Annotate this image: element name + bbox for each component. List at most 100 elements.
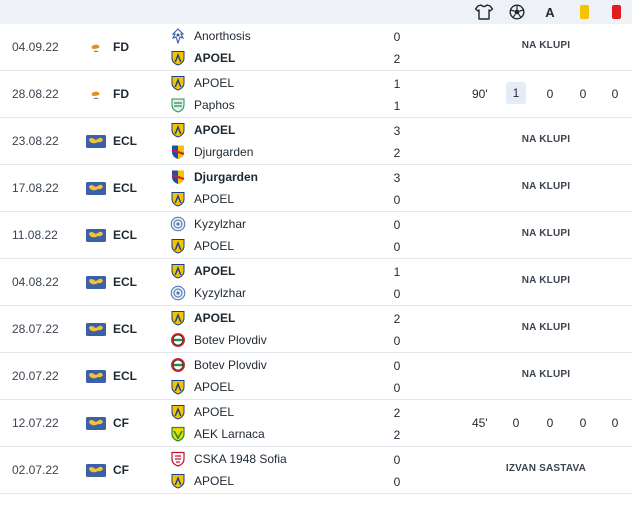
player-status: NA KLUPI	[521, 322, 571, 333]
shirt-icon	[475, 3, 493, 21]
home-team[interactable]: APOEL	[170, 120, 235, 140]
home-score: 0	[393, 30, 401, 44]
match-row[interactable]: 20.07.22 ECL Botev Plovdiv APOEL 0 0 NA KLUPI	[0, 353, 632, 400]
home-team[interactable]: APOEL	[170, 261, 235, 281]
away-team-name: APOEL	[194, 380, 235, 394]
red-cards-count: 0	[611, 87, 619, 101]
home-team-name: Kyzylzhar	[194, 217, 247, 231]
home-score: 1	[393, 265, 401, 279]
apoel-logo-icon	[170, 404, 194, 420]
away-team-name: APOEL	[194, 474, 235, 488]
player-status: NA KLUPI	[521, 369, 571, 380]
away-score: 0	[393, 287, 401, 301]
competition-label: ECL	[113, 275, 137, 289]
away-score: 1	[393, 99, 401, 113]
match-row[interactable]: 04.08.22 ECL APOEL Kyzylzhar 1 0 NA KLUPI	[0, 259, 632, 306]
apoel-logo-icon	[170, 50, 194, 66]
match-date: 11.08.22	[12, 228, 58, 242]
match-row[interactable]: 12.07.22 CF APOEL AEK Larnaca 2 2 45' 0 0 0 0	[0, 400, 632, 447]
apoel-logo-icon	[170, 263, 194, 279]
player-status: IZVAN SASTAVA	[505, 463, 587, 474]
home-team-name: Djurgarden	[194, 170, 259, 184]
away-team[interactable]: Paphos	[170, 95, 235, 115]
match-row[interactable]: 28.07.22 ECL APOEL Botev Plovdiv 2 0 NA KLUPI	[0, 306, 632, 353]
home-team-name: Anorthosis	[194, 29, 251, 43]
botev-logo-icon	[170, 357, 194, 373]
home-team-name: APOEL	[194, 405, 235, 419]
away-score: 0	[393, 475, 401, 489]
competition-label: FD	[113, 40, 129, 54]
home-team[interactable]: Botev Plovdiv	[170, 355, 267, 375]
kyzylzhar-logo-icon	[170, 285, 194, 301]
home-team-name: Botev Plovdiv	[194, 358, 267, 372]
assists-count: 0	[546, 87, 554, 101]
competition-label: ECL	[113, 134, 137, 148]
away-team[interactable]: APOEL	[170, 48, 235, 68]
apoel-logo-icon	[170, 191, 194, 207]
home-team[interactable]: CSKA 1948 Sofia	[170, 449, 287, 469]
away-team[interactable]: Djurgarden	[170, 142, 253, 162]
away-score: 2	[393, 428, 401, 442]
away-team[interactable]: Kyzylzhar	[170, 283, 246, 303]
anorthosis-logo-icon	[170, 28, 194, 44]
away-score: 0	[393, 381, 401, 395]
yellow-cards-count: 0	[579, 87, 587, 101]
match-row[interactable]: 11.08.22 ECL Kyzylzhar APOEL 0 0 NA KLUPI	[0, 212, 632, 259]
home-team[interactable]: Djurgarden	[170, 167, 258, 187]
home-team[interactable]: APOEL	[170, 308, 235, 328]
yellow-cards-count: 0	[579, 416, 587, 430]
player-status: NA KLUPI	[521, 134, 571, 145]
competition-label: CF	[113, 463, 129, 477]
home-score: 0	[393, 453, 401, 467]
red-cards-count: 0	[611, 416, 619, 430]
match-row[interactable]: 28.08.22 FD APOEL Paphos 1 1 90' 1 0 0 0	[0, 71, 632, 118]
home-team[interactable]: APOEL	[170, 402, 234, 422]
match-date: 20.07.22	[12, 369, 59, 383]
player-status: NA KLUPI	[521, 181, 571, 192]
home-team[interactable]: Anorthosis	[170, 26, 251, 46]
away-team[interactable]: Botev Plovdiv	[170, 330, 267, 350]
match-row[interactable]: 04.09.22 FD Anorthosis APOEL 0 2 NA KLUPI	[0, 24, 632, 71]
match-date: 04.09.22	[12, 40, 59, 54]
match-row[interactable]: 02.07.22 CF CSKA 1948 Sofia APOEL 0 0 IZVAN SA…	[0, 447, 632, 494]
away-team-name: Botev Plovdiv	[194, 333, 267, 347]
away-score: 0	[393, 334, 401, 348]
match-date: 02.07.22	[12, 463, 59, 477]
apoel-logo-icon	[170, 310, 194, 326]
home-score: 0	[393, 359, 401, 373]
yellow-card-icon	[575, 3, 593, 21]
player-status: NA KLUPI	[521, 275, 571, 286]
paphos-logo-icon	[170, 97, 194, 113]
home-team-name: CSKA 1948 Sofia	[194, 452, 287, 466]
competition-label: CF	[113, 416, 129, 430]
cska-logo-icon	[170, 451, 194, 467]
match-row[interactable]: 23.08.22 ECL APOEL Djurgarden 3 2 NA KLUPI	[0, 118, 632, 165]
aek-logo-icon	[170, 426, 194, 442]
away-team[interactable]: APOEL	[170, 236, 234, 256]
home-score: 2	[393, 406, 401, 420]
competition-label: FD	[113, 87, 129, 101]
player-status: NA KLUPI	[521, 40, 571, 51]
home-score: 3	[393, 171, 401, 185]
home-team-name: APOEL	[194, 311, 236, 325]
away-team[interactable]: APOEL	[170, 471, 234, 491]
home-team[interactable]: Kyzylzhar	[170, 214, 246, 234]
away-team[interactable]: APOEL	[170, 377, 234, 397]
competition-label: ECL	[113, 369, 137, 383]
home-score: 2	[393, 312, 401, 326]
goals-count: 1	[506, 82, 526, 104]
match-date: 12.07.22	[12, 416, 59, 430]
djurgarden-logo-icon	[170, 144, 194, 160]
match-row[interactable]: 17.08.22 ECL Djurgarden APOEL 3 0 NA KLUPI	[0, 165, 632, 212]
kyzylzhar-logo-icon	[170, 216, 194, 232]
match-date: 17.08.22	[12, 181, 59, 195]
botev-logo-icon	[170, 332, 194, 348]
apoel-logo-icon	[170, 473, 194, 489]
away-team-name: APOEL	[194, 51, 236, 65]
away-team[interactable]: APOEL	[170, 189, 234, 209]
stats-header: A	[0, 0, 632, 24]
apoel-logo-icon	[170, 379, 194, 395]
apoel-logo-icon	[170, 122, 194, 138]
home-team[interactable]: APOEL	[170, 73, 234, 93]
away-team[interactable]: AEK Larnaca	[170, 424, 265, 444]
